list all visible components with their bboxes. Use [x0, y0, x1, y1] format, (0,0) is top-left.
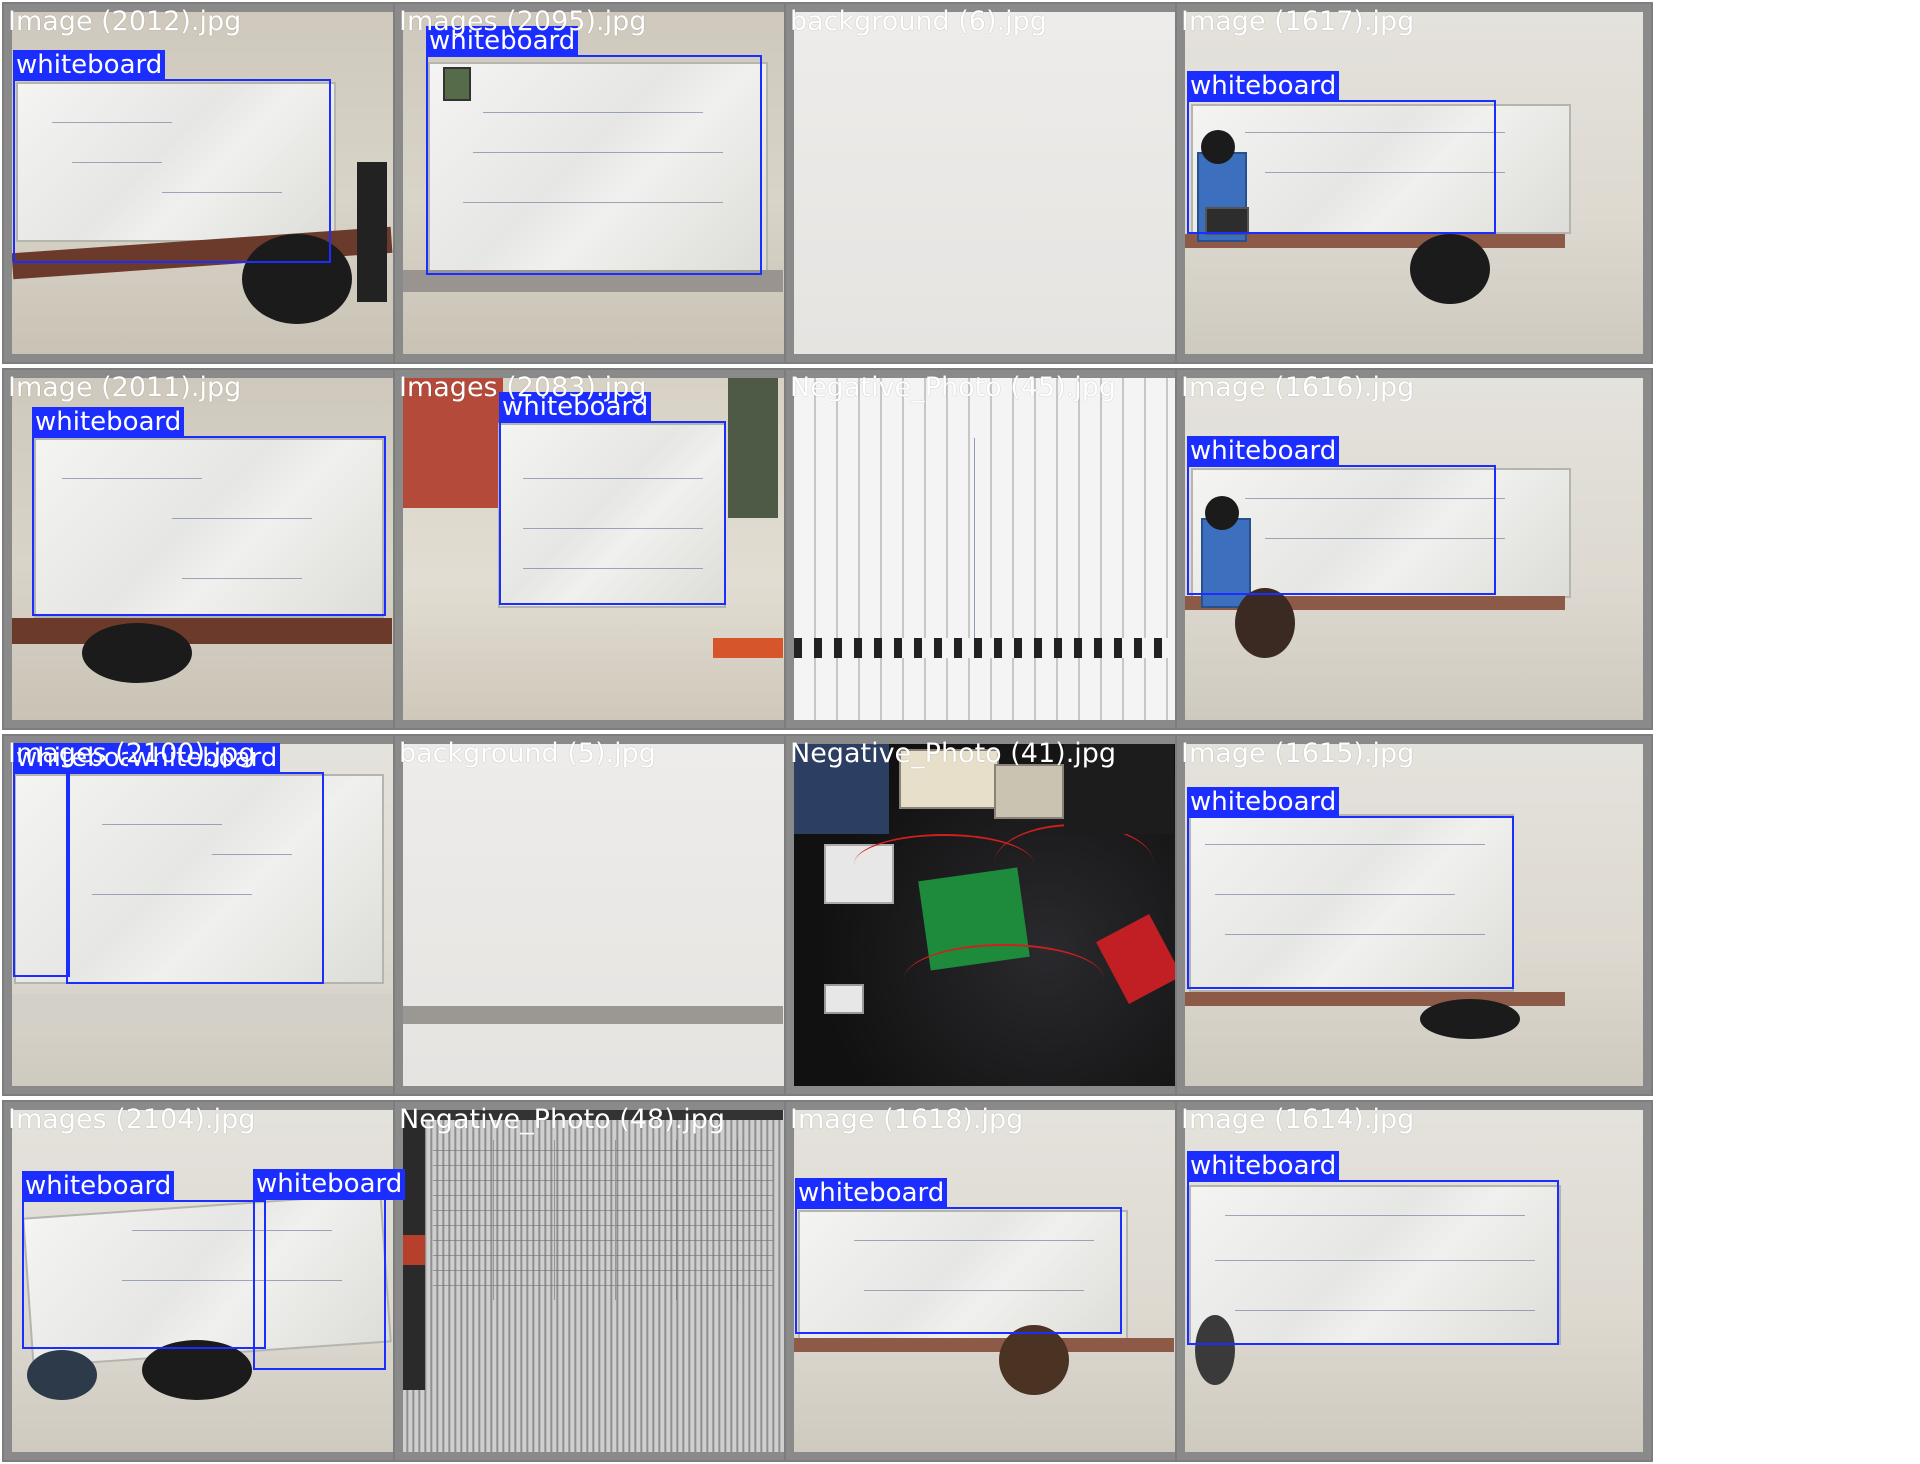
image-filename: Image (1618).jpg	[790, 1104, 1024, 1135]
detection-box: whiteboard	[1187, 71, 1496, 234]
image-filename: Negative_Photo (48).jpg	[399, 1104, 726, 1135]
image-tile[interactable]: Image (1616).jpg whiteboard	[1175, 368, 1653, 730]
detection-box: whiteboard	[66, 743, 324, 984]
image-filename: Negative_Photo (45).jpg	[790, 372, 1117, 403]
image-filename: background (5).jpg	[399, 738, 656, 769]
image-filename: Images (2095).jpg	[399, 6, 647, 37]
image-filename: Image (2011).jpg	[8, 372, 242, 403]
class-label: whiteboard	[795, 1178, 948, 1209]
class-label: whiteboard	[22, 1171, 175, 1202]
class-label: whiteboard	[1187, 71, 1340, 102]
detection-box: whiteboard	[13, 50, 331, 263]
detection-box: whiteboard	[1187, 436, 1496, 595]
image-tile[interactable]: Image (1617).jpg whiteboard	[1175, 2, 1653, 364]
class-label: whiteboard	[32, 407, 185, 438]
image-filename: Images (2083).jpg	[399, 372, 647, 403]
image-grid: Image (2012).jpg whiteboard Images (2095…	[0, 0, 1920, 1464]
class-label: whiteboard	[1187, 787, 1340, 818]
detection-box: whiteboard	[1187, 1151, 1559, 1345]
image-filename: Images (2100).jpg	[8, 738, 256, 769]
image-filename: Image (1616).jpg	[1181, 372, 1415, 403]
image-filename: Image (2012).jpg	[8, 6, 242, 37]
detection-box: whiteboard	[32, 407, 386, 616]
detection-box: whiteboard	[253, 1169, 406, 1370]
image-tile[interactable]: Image (1615).jpg whiteboard	[1175, 734, 1653, 1096]
detection-box: whiteboard	[1187, 787, 1514, 989]
image-filename: Image (1614).jpg	[1181, 1104, 1415, 1135]
detection-box: whiteboard	[795, 1178, 1122, 1334]
detection-box: whiteboard	[499, 392, 726, 605]
class-label: whiteboard	[253, 1169, 406, 1200]
detection-box: whiteboard	[22, 1171, 266, 1349]
image-filename: Image (1617).jpg	[1181, 6, 1415, 37]
detection-box: whiteboard	[13, 743, 166, 977]
detection-box: whiteboard	[426, 26, 762, 275]
image-filename: background (6).jpg	[790, 6, 1047, 37]
class-label: whiteboard	[1187, 1151, 1340, 1182]
image-filename: Negative_Photo (41).jpg	[790, 738, 1117, 769]
image-filename: Images (2104).jpg	[8, 1104, 256, 1135]
image-filename: Image (1615).jpg	[1181, 738, 1415, 769]
class-label: whiteboard	[1187, 436, 1340, 467]
class-label: whiteboard	[13, 50, 166, 81]
image-tile[interactable]: Image (1614).jpg whiteboard	[1175, 1100, 1653, 1462]
